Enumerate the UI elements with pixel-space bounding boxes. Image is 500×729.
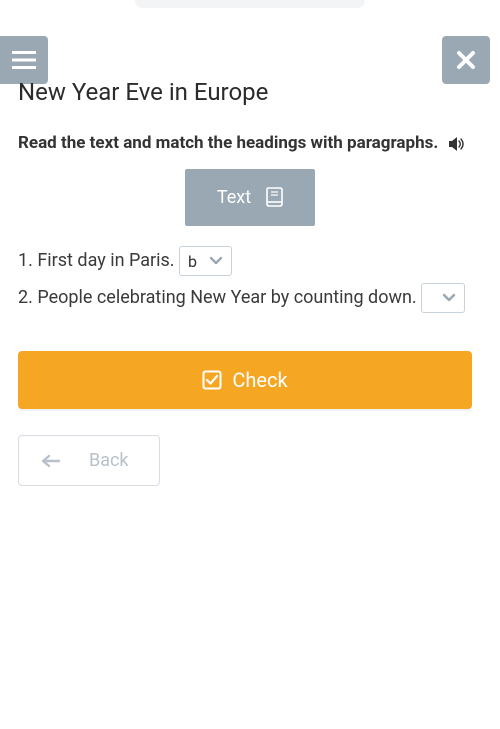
answer-select-1[interactable]: b <box>179 246 232 276</box>
chevron-down-icon <box>205 256 231 266</box>
question-row-2: 2. People celebrating New Year by counti… <box>18 283 482 314</box>
back-label: Back <box>89 450 129 471</box>
text-button-wrap: Text <box>18 169 482 226</box>
chevron-down-icon <box>438 293 464 303</box>
close-button[interactable] <box>442 36 490 84</box>
main-content: New Year Eve in Europe Read the text and… <box>0 78 500 486</box>
text-button-label: Text <box>217 187 251 208</box>
question-row-1: 1. First day in Paris. b <box>18 246 482 277</box>
question-number: 1. <box>18 250 33 271</box>
menu-button[interactable] <box>0 36 48 84</box>
hamburger-icon <box>12 50 36 70</box>
select-value: b <box>180 248 205 275</box>
close-icon <box>456 50 476 70</box>
book-icon <box>265 187 283 207</box>
check-button[interactable]: Check <box>18 351 472 409</box>
question-text: First day in Paris. <box>37 250 174 271</box>
top-decoration <box>135 0 365 8</box>
page-title: New Year Eve in Europe <box>18 78 482 106</box>
back-button[interactable]: Back <box>18 435 160 486</box>
audio-icon[interactable] <box>448 136 466 152</box>
instruction-label: Read the text and match the headings wit… <box>18 133 438 153</box>
instruction-text: Read the text and match the headings wit… <box>18 132 482 155</box>
question-number: 2. <box>18 287 33 308</box>
arrow-left-icon <box>41 454 61 468</box>
check-label: Check <box>232 368 287 392</box>
header-bar <box>0 36 500 84</box>
check-icon <box>202 370 222 390</box>
question-text: People celebrating New Year by counting … <box>37 287 416 308</box>
answer-select-2[interactable] <box>421 283 465 313</box>
actions: Check Back <box>18 351 482 486</box>
text-button[interactable]: Text <box>185 169 315 226</box>
